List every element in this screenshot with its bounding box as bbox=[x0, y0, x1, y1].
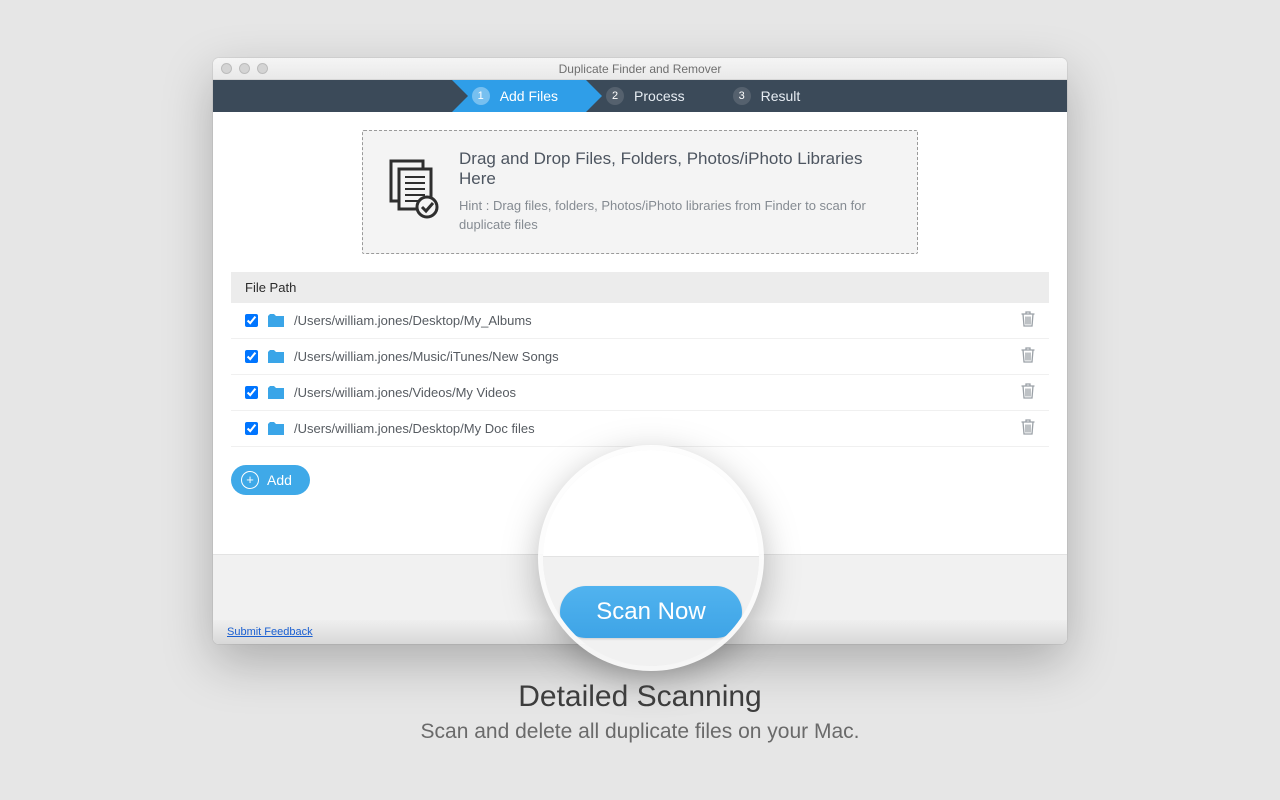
step-label: Result bbox=[761, 88, 801, 104]
window-title: Duplicate Finder and Remover bbox=[213, 62, 1067, 76]
file-path: /Users/william.jones/Videos/My Videos bbox=[294, 385, 1021, 400]
marketing-caption: Detailed Scanning Scan and delete all du… bbox=[0, 680, 1280, 744]
magnifier-lens: Scan Now bbox=[543, 450, 759, 666]
table-row: /Users/william.jones/Videos/My Videos bbox=[231, 375, 1049, 411]
step-number: 3 bbox=[733, 87, 751, 105]
magnifier-overlay: Scan Now bbox=[543, 450, 759, 666]
folder-icon bbox=[268, 422, 284, 435]
trash-icon[interactable] bbox=[1021, 419, 1035, 438]
caption-subtitle: Scan and delete all duplicate files on y… bbox=[0, 720, 1280, 744]
trash-icon[interactable] bbox=[1021, 311, 1035, 330]
main-content: Drag and Drop Files, Folders, Photos/iPh… bbox=[213, 112, 1067, 495]
dropzone-title: Drag and Drop Files, Folders, Photos/iPh… bbox=[459, 149, 895, 189]
row-checkbox[interactable] bbox=[245, 314, 258, 327]
table-row: /Users/william.jones/Music/iTunes/New So… bbox=[231, 339, 1049, 375]
add-button-label: Add bbox=[267, 472, 292, 488]
document-check-icon bbox=[385, 159, 441, 224]
file-path: /Users/william.jones/Desktop/My Doc file… bbox=[294, 421, 1021, 436]
scan-now-button-magnified[interactable]: Scan Now bbox=[560, 586, 741, 638]
table-header: File Path bbox=[231, 272, 1049, 303]
file-path: /Users/william.jones/Music/iTunes/New So… bbox=[294, 349, 1021, 364]
step-result[interactable]: 3 Result bbox=[713, 80, 829, 112]
row-checkbox[interactable] bbox=[245, 422, 258, 435]
step-number: 1 bbox=[472, 87, 490, 105]
folder-icon bbox=[268, 386, 284, 399]
trash-icon[interactable] bbox=[1021, 347, 1035, 366]
step-process[interactable]: 2 Process bbox=[586, 80, 713, 112]
add-button[interactable]: + Add bbox=[231, 465, 310, 495]
folder-icon bbox=[268, 314, 284, 327]
row-checkbox[interactable] bbox=[245, 386, 258, 399]
file-path: /Users/william.jones/Desktop/My_Albums bbox=[294, 313, 1021, 328]
submit-feedback-link[interactable]: Submit Feedback bbox=[227, 626, 313, 638]
step-number: 2 bbox=[606, 87, 624, 105]
dropzone-hint: Hint : Drag files, folders, Photos/iPhot… bbox=[459, 197, 895, 235]
plus-icon: + bbox=[241, 471, 259, 489]
caption-title: Detailed Scanning bbox=[0, 680, 1280, 714]
step-label: Add Files bbox=[500, 88, 558, 104]
stepper: 1 Add Files 2 Process 3 Result bbox=[213, 80, 1067, 112]
table-row: /Users/william.jones/Desktop/My Doc file… bbox=[231, 411, 1049, 447]
step-add-files[interactable]: 1 Add Files bbox=[452, 80, 586, 112]
file-table: File Path /Users/william.jones/Desktop/M… bbox=[231, 272, 1049, 447]
titlebar: Duplicate Finder and Remover bbox=[213, 58, 1067, 80]
table-row: /Users/william.jones/Desktop/My_Albums bbox=[231, 303, 1049, 339]
trash-icon[interactable] bbox=[1021, 383, 1035, 402]
step-label: Process bbox=[634, 88, 685, 104]
row-checkbox[interactable] bbox=[245, 350, 258, 363]
folder-icon bbox=[268, 350, 284, 363]
dropzone[interactable]: Drag and Drop Files, Folders, Photos/iPh… bbox=[362, 130, 918, 254]
